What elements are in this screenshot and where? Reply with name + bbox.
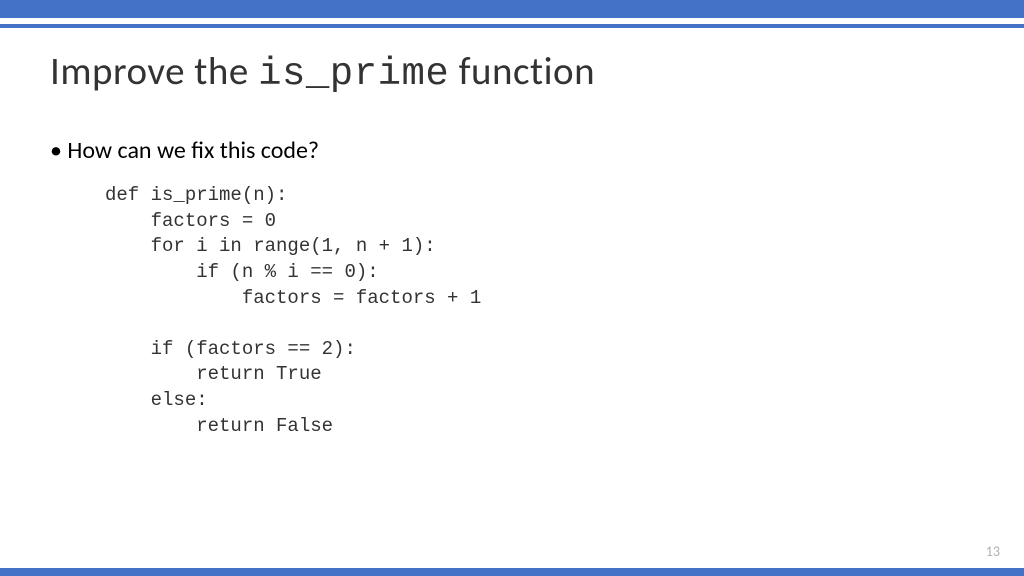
code-block: def is_prime(n): factors = 0 for i in ra… bbox=[50, 183, 974, 439]
page-number: 13 bbox=[986, 543, 1000, 560]
top-accent-bar-thin bbox=[0, 24, 1024, 28]
top-accent-bar-thick bbox=[0, 0, 1024, 18]
bullet-text: How can we fix this code? bbox=[50, 136, 974, 165]
title-code: is_prime bbox=[258, 52, 449, 96]
bottom-accent-bar bbox=[0, 568, 1024, 576]
slide-title: Improve the is_prime function bbox=[50, 48, 974, 96]
title-suffix: function bbox=[449, 48, 595, 95]
slide-content: Improve the is_prime function How can we… bbox=[50, 48, 974, 439]
title-prefix: Improve the bbox=[50, 48, 258, 95]
